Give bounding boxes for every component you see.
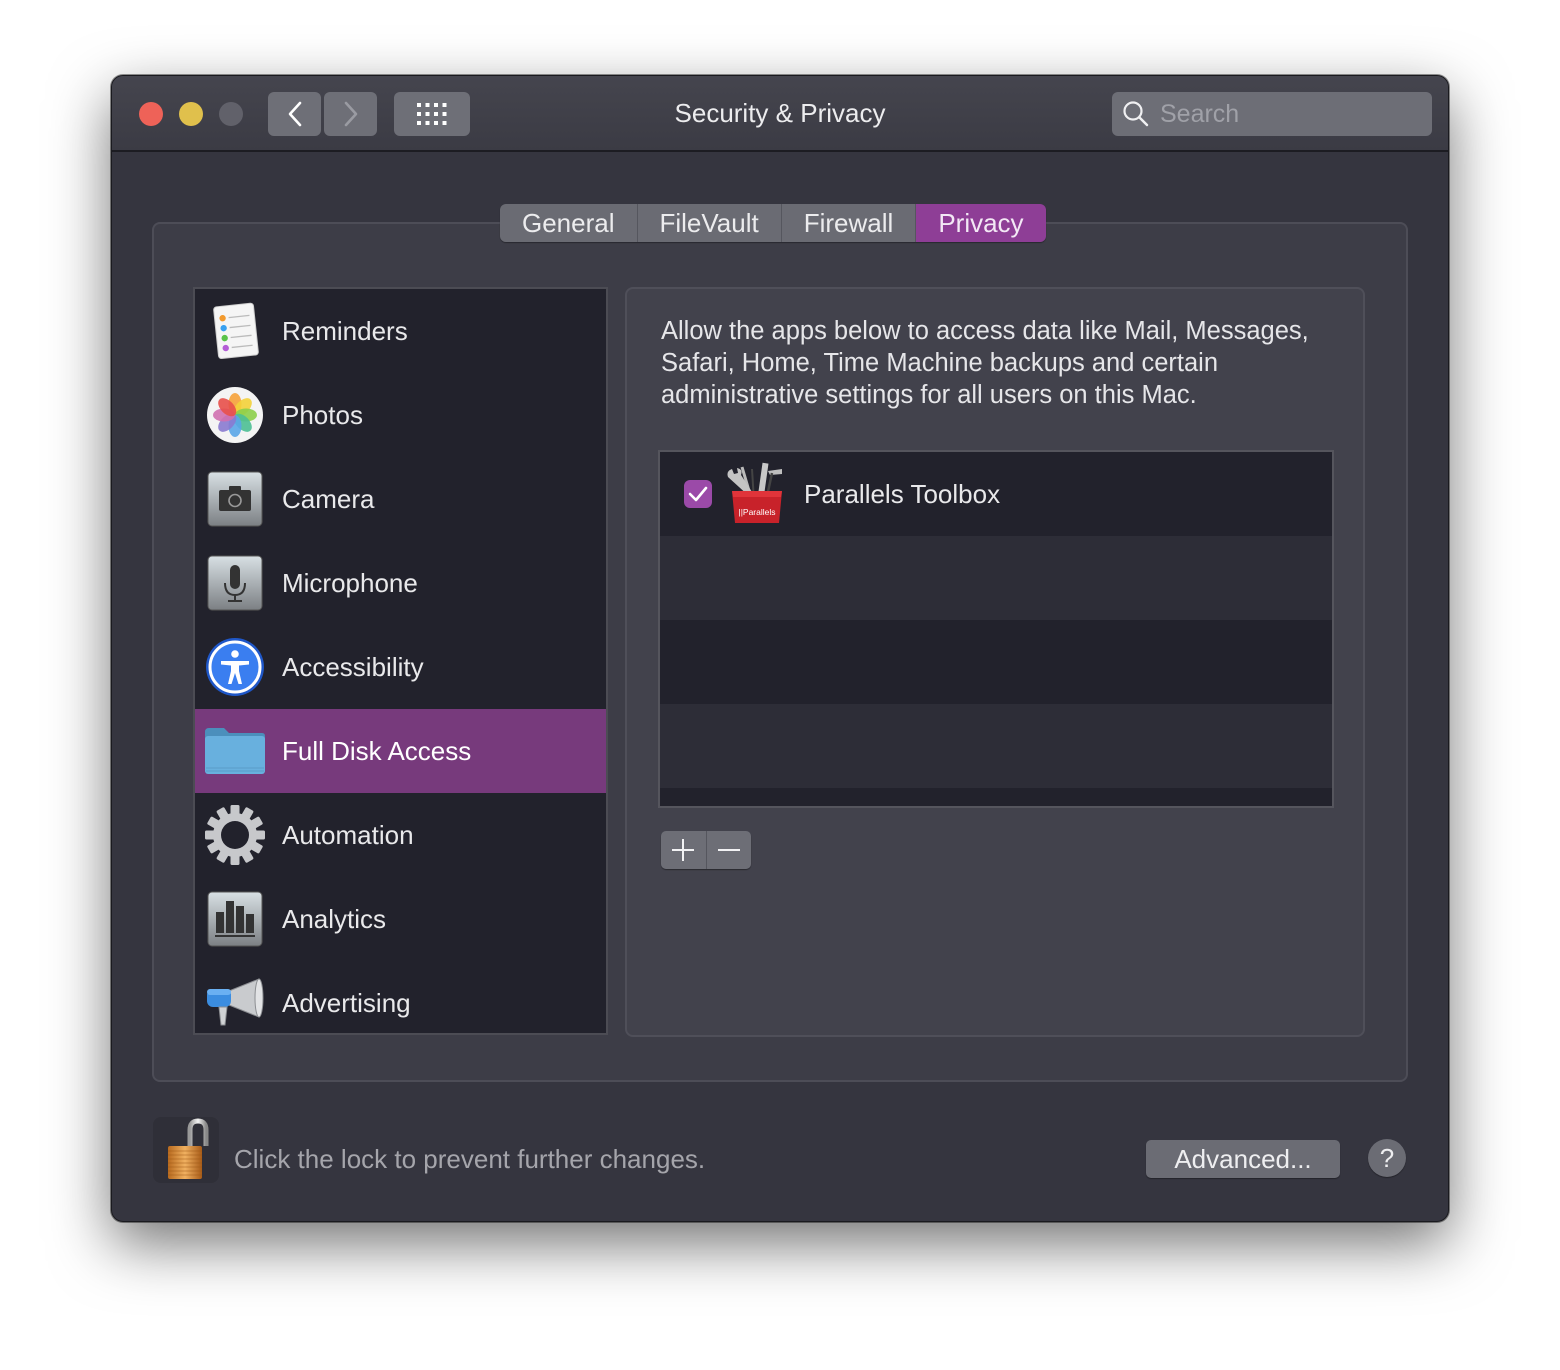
sidebar-item-microphone[interactable]: Microphone [195,541,606,625]
add-app-button[interactable] [661,831,707,869]
app-name: Parallels Toolbox [804,478,1001,509]
remove-app-button[interactable] [706,831,751,869]
unlocked-padlock-icon [168,1118,209,1179]
photos-icon [204,384,266,446]
empty-row [660,536,1332,620]
sidebar-item-label: Reminders [282,315,408,346]
list-item[interactable]: ||Parallels Parallels Toolbox [660,452,1332,536]
sidebar-item-accessibility[interactable]: Accessibility [195,625,606,709]
panel-description: Allow the apps below to access data like… [661,317,1309,409]
sidebar-item-label: Camera [282,483,375,514]
add-remove-control [661,831,751,869]
folder-icon [204,720,266,782]
gear-icon [204,804,266,866]
help-button[interactable]: ? [1368,1139,1406,1177]
parallels-logo-text: ||Parallels [738,507,775,517]
sidebar-item-label: Automation [282,819,414,850]
search-input[interactable] [1158,98,1422,130]
reminders-icon [204,300,266,362]
empty-row [660,788,1332,806]
camera-icon [204,468,266,530]
tab-general[interactable]: General [500,204,638,242]
app-enabled-checkbox[interactable] [684,480,712,508]
security-privacy-window: Security & Privacy General FileVault Fir… [111,75,1449,1222]
minus-icon [717,849,740,851]
tab-firewall[interactable]: Firewall [781,204,917,242]
app-list: ||Parallels Parallels Toolbox [658,450,1334,808]
search-field[interactable] [1112,92,1432,136]
search-icon [1123,101,1149,127]
sidebar-item-reminders[interactable]: Reminders [195,289,606,373]
sidebar-item-full-disk-access[interactable]: Full Disk Access [195,709,606,793]
title-bar: Security & Privacy [112,76,1448,152]
sidebar-item-camera[interactable]: Camera [195,457,606,541]
microphone-icon [204,552,266,614]
advanced-button[interactable]: Advanced... [1146,1140,1340,1178]
sidebar-item-advertising[interactable]: Advertising [195,961,606,1033]
checkmark-icon [688,486,708,502]
megaphone-icon [204,972,266,1033]
empty-row [660,704,1332,788]
sidebar-item-label: Microphone [282,567,418,598]
full-disk-access-panel: Allow the apps below to access data like… [625,287,1365,1037]
plus-icon [672,839,695,861]
sidebar-item-label: Advertising [282,987,411,1018]
sidebar-item-label: Full Disk Access [282,735,472,766]
accessibility-icon [204,636,266,698]
empty-row [660,620,1332,704]
sidebar-item-analytics[interactable]: Analytics [195,877,606,961]
sidebar-item-photos[interactable]: Photos [195,373,606,457]
parallels-toolbox-icon: ||Parallels [724,461,790,527]
sidebar-item-label: Analytics [282,903,387,934]
lock-status-text: Click the lock to prevent further change… [234,1144,706,1174]
tab-bar: General FileVault Firewall Privacy [500,204,1046,242]
sidebar-item-label: Accessibility [282,651,424,682]
tab-privacy[interactable]: Privacy [916,204,1046,242]
privacy-category-list: Reminders Photos Camera Microphone Acces… [193,287,608,1035]
analytics-icon [204,888,266,950]
tab-filevault[interactable]: FileVault [637,204,782,242]
sidebar-item-automation[interactable]: Automation [195,793,606,877]
lock-button[interactable] [153,1117,219,1183]
sidebar-item-label: Photos [282,399,363,430]
